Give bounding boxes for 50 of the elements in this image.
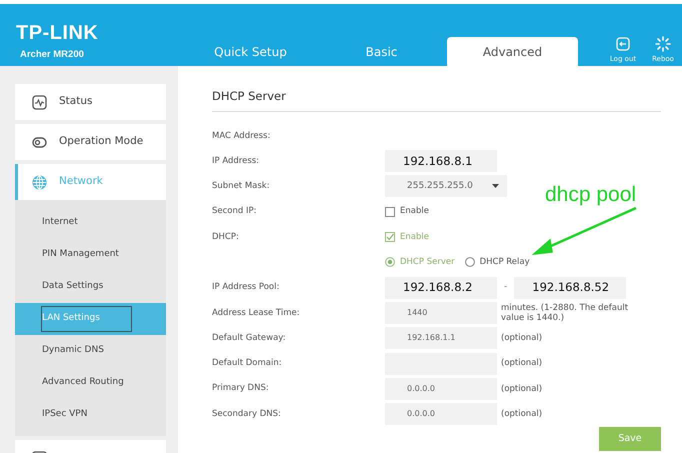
hint-text: (optional) xyxy=(500,333,544,344)
submenu-item[interactable]: Internet xyxy=(15,207,166,239)
input-field[interactable]: 0.0.0.0 xyxy=(385,403,497,426)
hint-text: (optional) xyxy=(500,358,544,369)
input-field[interactable]: 0.0.0.0 xyxy=(385,378,497,400)
submenu-item[interactable]: IPSec VPN xyxy=(15,399,166,431)
input-field[interactable]: 192.168.8.52 xyxy=(514,276,626,299)
input-field[interactable]: 192.168.1.1 xyxy=(385,327,497,350)
field-label: IP Address: xyxy=(212,154,260,168)
submenu-item[interactable]: Advanced Routing xyxy=(15,367,166,399)
hint-text: minutes. (1-2880. The default value is 1440.) xyxy=(500,302,630,324)
dropdown[interactable]: 255.255.255.0 xyxy=(385,175,507,198)
field-label: Default Gateway: xyxy=(212,332,287,345)
field-label: IP Address Pool: xyxy=(212,281,280,294)
field-label: Address Lease Time: xyxy=(212,306,301,320)
brand-logo: TP-LINK xyxy=(16,24,98,43)
nav-tab[interactable]: Advanced xyxy=(447,37,578,66)
field-label: MAC Address: xyxy=(212,130,272,142)
submenu-item[interactable]: Dynamic DNS xyxy=(15,335,166,367)
submenu-item[interactable]: PIN Management xyxy=(15,239,166,271)
checked-checkbox[interactable] xyxy=(385,232,395,242)
field-label: Primary DNS: xyxy=(212,382,270,396)
field-label: Secondary DNS: xyxy=(212,408,282,421)
checkbox-option[interactable]: Enable xyxy=(385,205,429,218)
sidebar-item[interactable]: Status xyxy=(15,84,166,120)
globe-icon xyxy=(32,174,47,190)
caret-icon xyxy=(492,184,499,188)
input-field[interactable]: 192.168.8.2 xyxy=(385,276,497,299)
range-separator: - xyxy=(503,280,508,294)
field-label: DHCP: xyxy=(212,230,240,244)
sidebar-item[interactable]: Operation Mode xyxy=(15,124,166,160)
toggle-icon xyxy=(32,134,47,150)
field-label: Default Domain: xyxy=(212,357,283,370)
checkbox[interactable] xyxy=(385,206,395,217)
radio-button[interactable] xyxy=(464,257,475,268)
submenu-item[interactable]: Data Settings xyxy=(15,271,166,303)
logout-icon xyxy=(615,36,631,52)
field-label: Second IP: xyxy=(212,205,258,218)
radio-button[interactable] xyxy=(385,257,395,268)
model-name: Archer MR200 xyxy=(19,49,84,61)
input-field[interactable]: 1440 xyxy=(385,302,497,324)
section-title: DHCP Server xyxy=(212,88,661,112)
input-field[interactable]: 192.168.8.1 xyxy=(385,150,497,172)
field-label: Subnet Mask: xyxy=(212,180,271,193)
hint-text: (optional) xyxy=(500,384,544,394)
annotation-text: dhcp pool xyxy=(545,184,636,205)
radio-option[interactable]: DHCP Relay xyxy=(464,256,530,269)
pulse-icon xyxy=(32,94,47,110)
loading-icon xyxy=(655,36,671,52)
hint-text: (optional) xyxy=(500,409,544,420)
